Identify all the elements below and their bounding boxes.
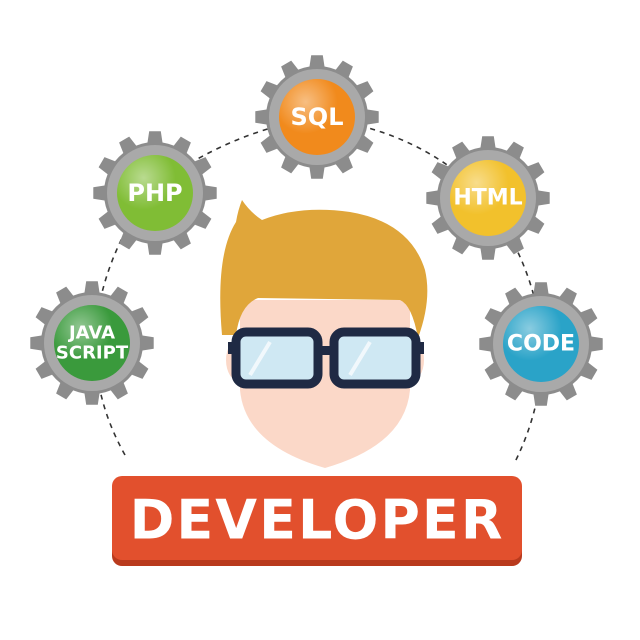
gear-html: HTML <box>426 136 550 260</box>
badge-label: SQL <box>291 103 344 131</box>
glasses-temple-right <box>414 342 424 354</box>
gear-sql: SQL <box>255 55 379 179</box>
gear-code: CODE <box>479 282 603 406</box>
badge-label: CODE <box>507 332 575 357</box>
left-lens <box>231 327 323 389</box>
right-lens <box>329 327 421 389</box>
badge-label: PHP <box>127 179 182 207</box>
badge-label: SCRIPT <box>56 343 129 364</box>
developer-avatar <box>220 200 428 468</box>
gear-java-script: JAVASCRIPT <box>30 281 154 405</box>
badge-label: HTML <box>453 186 522 211</box>
gear-php: PHP <box>93 131 217 255</box>
banner-label: DEVELOPER <box>130 489 505 552</box>
developer-illustration: SQL PHP HTML JAVASCRIPT CODE DEVELOPER <box>30 55 603 566</box>
glasses-temple-left <box>228 342 238 354</box>
glasses-bridge <box>316 346 336 355</box>
badge-label: JAVA <box>67 323 115 344</box>
developer-banner: DEVELOPER <box>112 476 522 566</box>
